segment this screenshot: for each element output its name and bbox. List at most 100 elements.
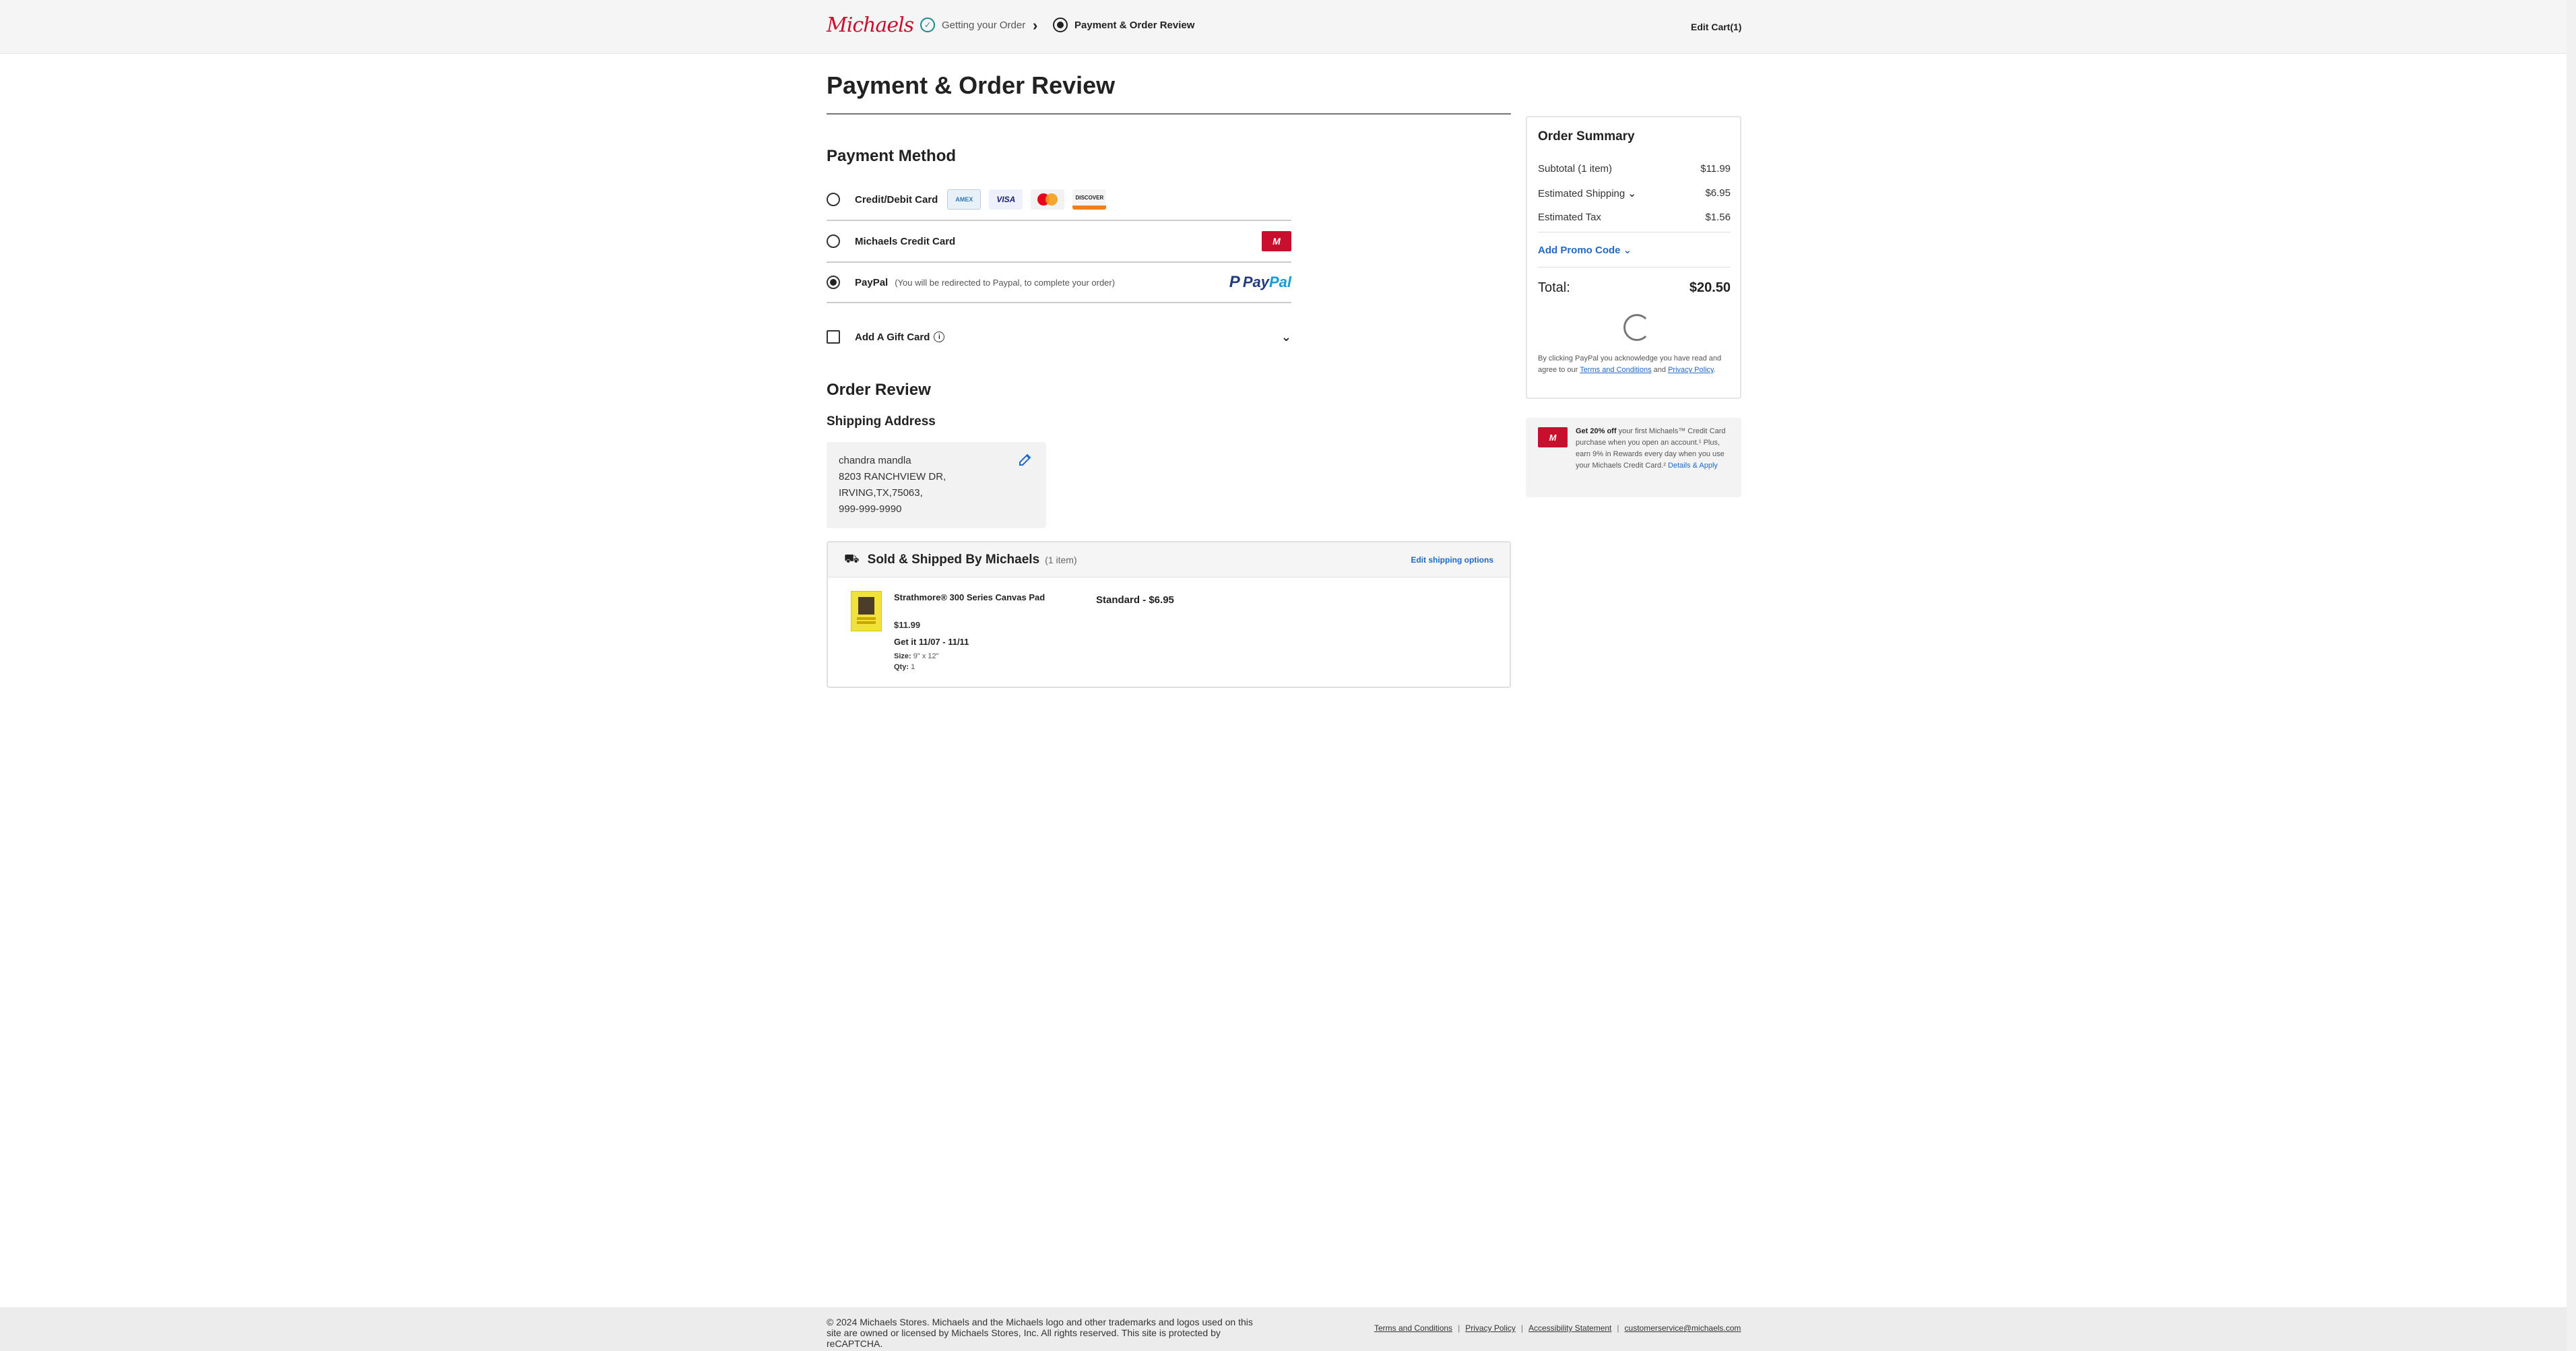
shipment-header: ⛟ Sold & Shipped By Michaels (1 item) Ed… — [828, 542, 1510, 577]
footer-separator: | — [1520, 1323, 1523, 1333]
chevron-down-icon: ⌄ — [1628, 188, 1636, 199]
product-qty: Qty: 1 — [894, 663, 915, 671]
delivery-estimate: Get it 11/07 - 11/11 — [894, 637, 969, 647]
step-payment-review-label: Payment & Order Review — [1074, 19, 1195, 31]
footer-separator: | — [1458, 1323, 1460, 1333]
shipping-label-wrap[interactable]: Estimated Shipping ⌄ — [1538, 187, 1636, 199]
product-size: Size: 9" x 12" — [894, 652, 939, 660]
paypal-label: PayPal — [855, 276, 889, 288]
order-review-title: Order Review — [827, 381, 931, 399]
paypal-logo-pay: Pay — [1242, 274, 1269, 290]
footer-email-link[interactable]: customerservice@michaels.com — [1625, 1323, 1741, 1333]
gift-card-label: Add A Gift Card — [855, 331, 930, 343]
paypal-radio[interactable] — [827, 276, 840, 289]
michaels-credit-card-icon: M — [1538, 427, 1568, 447]
edit-cart-link[interactable]: Edit Cart(1) — [1691, 22, 1741, 32]
page-scrollbar[interactable] — [2567, 0, 2576, 1351]
truck-icon: ⛟ — [844, 551, 860, 565]
michaels-logo[interactable]: Michaels — [827, 13, 914, 37]
copyright-text: © 2024 Michaels Stores. Michaels and the… — [827, 1317, 1253, 1349]
paypal-p-icon: P — [1229, 273, 1240, 291]
total-value: $20.50 — [1689, 280, 1731, 295]
promo-bold: Get 20% off — [1576, 427, 1617, 435]
michaels-card-radio[interactable] — [827, 234, 840, 248]
mastercard-icon — [1031, 189, 1065, 210]
shipping-address-box: chandra mandla 8203 RANCHVIEW DR, IRVING… — [827, 442, 1046, 528]
chevron-down-icon: ⌄ — [1623, 245, 1632, 256]
title-divider — [827, 113, 1511, 115]
privacy-link[interactable]: Privacy Policy — [1668, 366, 1714, 374]
footer-accessibility-link[interactable]: Accessibility Statement — [1528, 1323, 1611, 1333]
payment-option-paypal[interactable]: PayPal (You will be redirected to Paypal… — [827, 263, 1291, 303]
footer-separator: | — [1617, 1323, 1619, 1333]
order-summary-panel: Order Summary Subtotal (1 item) $11.99 E… — [1526, 116, 1741, 399]
payment-option-michaels-card[interactable]: Michaels Credit Card M — [827, 221, 1291, 263]
check-circle-icon: ✓ — [920, 18, 935, 32]
tax-value: $1.56 — [1705, 212, 1731, 223]
visa-icon: VISA — [989, 189, 1023, 210]
total-label: Total: — [1538, 280, 1570, 295]
payment-option-credit-card[interactable]: Credit/Debit Card AMEX VISA DISCOVER — [827, 179, 1291, 221]
product-price: $11.99 — [894, 620, 921, 630]
qty-label: Qty: — [894, 663, 909, 671]
info-icon[interactable]: i — [934, 332, 945, 342]
address-name: chandra mandla — [839, 455, 911, 466]
terms-link[interactable]: Terms and Conditions — [1580, 366, 1651, 374]
order-summary-title: Order Summary — [1538, 129, 1635, 144]
subtotal-label: Subtotal (1 item) — [1538, 163, 1613, 175]
details-apply-link[interactable]: Details & Apply — [1668, 462, 1718, 470]
tax-row: Estimated Tax $1.56 — [1538, 212, 1731, 223]
chevron-right-icon: › — [1033, 17, 1038, 34]
credit-card-radio[interactable] — [827, 193, 840, 206]
address-line2: IRVING,TX,75063, — [839, 487, 923, 499]
tax-label: Estimated Tax — [1538, 212, 1601, 223]
summary-divider — [1538, 267, 1731, 268]
paypal-logo-pal: Pal — [1268, 274, 1291, 290]
amex-icon: AMEX — [947, 189, 981, 210]
shipment-count: (1 item) — [1045, 554, 1077, 565]
loading-spinner-icon — [1623, 314, 1650, 341]
edit-shipping-options-link[interactable]: Edit shipping options — [1411, 555, 1493, 565]
shipping-value: $6.95 — [1705, 187, 1731, 199]
page-title: Payment & Order Review — [827, 71, 1116, 99]
credit-card-label: Credit/Debit Card — [855, 193, 938, 206]
promo-label: Add Promo Code — [1538, 245, 1621, 256]
footer-links: Terms and Conditions | Privacy Policy | Ac… — [1374, 1323, 1741, 1333]
subtotal-row: Subtotal (1 item) $11.99 — [1538, 163, 1731, 175]
checkout-header: Michaels ✓ Getting your Order › Payment … — [0, 0, 2576, 54]
step-getting-order[interactable]: ✓ Getting your Order — [920, 18, 1025, 32]
shipment-title: Sold & Shipped By Michaels — [867, 552, 1040, 567]
note-and: and — [1653, 366, 1666, 374]
edit-icon[interactable] — [1017, 451, 1033, 468]
address-phone: 999-999-9990 — [839, 503, 902, 515]
shipment-card: ⛟ Sold & Shipped By Michaels (1 item) Ed… — [827, 541, 1511, 688]
credit-card-promo: M Get 20% off your first Michaels™ Credi… — [1526, 418, 1741, 497]
michaels-credit-card-icon: M — [1262, 231, 1291, 251]
step-getting-order-label: Getting your Order — [942, 19, 1026, 31]
michaels-card-label: Michaels Credit Card — [855, 235, 956, 247]
total-row: Total: $20.50 — [1538, 280, 1731, 296]
step-payment-review: Payment & Order Review — [1053, 18, 1194, 32]
address-line1: 8203 RANCHVIEW DR, — [839, 471, 946, 482]
discover-icon: DISCOVER — [1072, 189, 1107, 210]
shipping-address-title: Shipping Address — [827, 414, 936, 429]
card-brand-icons: AMEX VISA DISCOVER — [947, 189, 1107, 210]
subtotal-value: $11.99 — [1700, 163, 1731, 175]
footer-privacy-link[interactable]: Privacy Policy — [1465, 1323, 1516, 1333]
footer: © 2024 Michaels Stores. Michaels and the… — [0, 1307, 2576, 1351]
shipping-row[interactable]: Estimated Shipping ⌄ $6.95 — [1538, 187, 1731, 199]
promo-text: Get 20% off your first Michaels™ Credit … — [1576, 426, 1732, 472]
qty-value: 1 — [911, 663, 915, 671]
product-name[interactable]: Strathmore® 300 Series Canvas Pad — [894, 591, 1062, 604]
gift-card-toggle[interactable]: Add A Gift Card i ⌄ — [827, 323, 1291, 350]
payment-method-title: Payment Method — [827, 147, 957, 165]
current-step-icon — [1053, 18, 1068, 32]
footer-terms-link[interactable]: Terms and Conditions — [1374, 1323, 1452, 1333]
add-promo-code-toggle[interactable]: Add Promo Code ⌄ — [1538, 244, 1632, 256]
product-image[interactable] — [851, 591, 882, 631]
paypal-redirect-note: (You will be redirected to Paypal, to co… — [895, 277, 1116, 288]
paypal-logo: P PayPal — [1229, 273, 1291, 292]
paypal-terms-note: By clicking PayPal you acknowledge you h… — [1538, 353, 1733, 376]
gift-card-checkbox[interactable] — [827, 330, 840, 344]
chevron-down-icon[interactable]: ⌄ — [1281, 330, 1291, 344]
